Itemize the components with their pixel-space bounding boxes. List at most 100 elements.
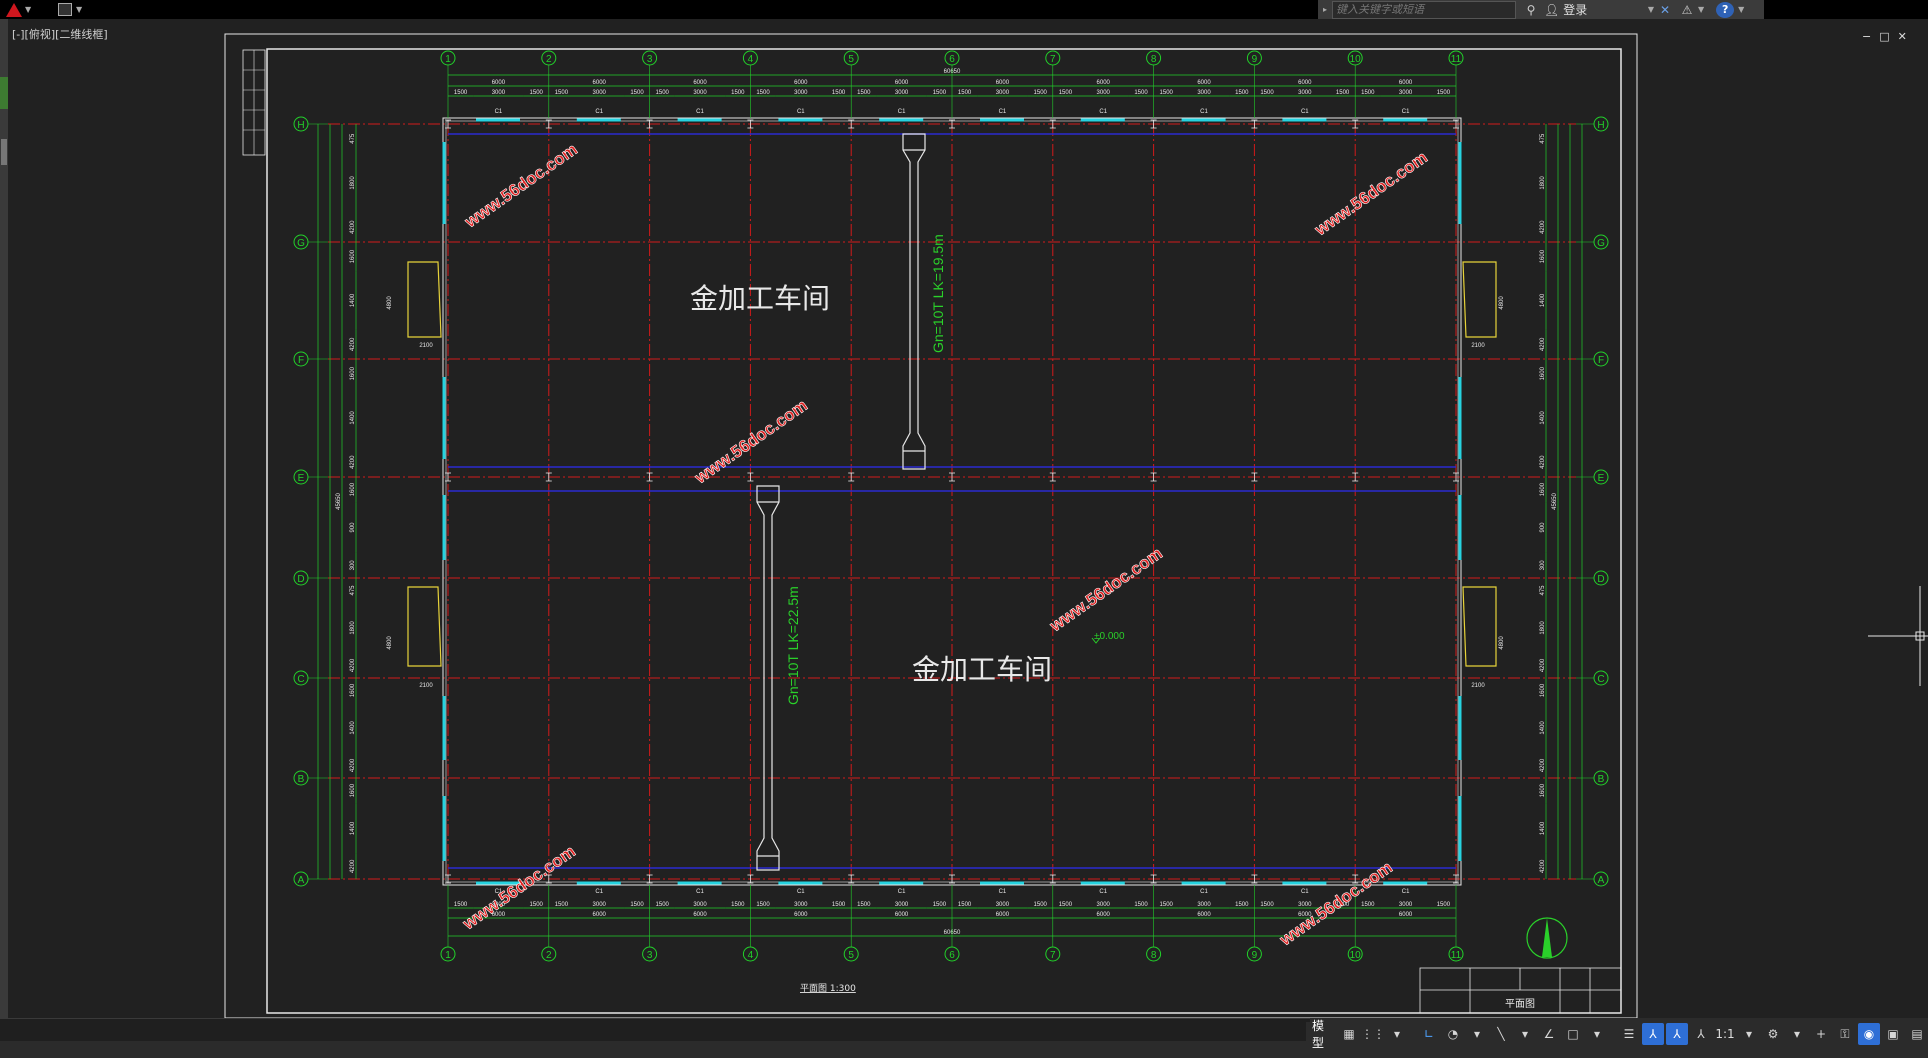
grid-icon[interactable]: ▦ bbox=[1338, 1023, 1360, 1045]
north-arrow-icon bbox=[1526, 917, 1568, 959]
col-bubble-top-10-label: 10 bbox=[1350, 54, 1362, 65]
dim-span-top-7-text: 6000 bbox=[1097, 80, 1111, 86]
dim-sub-bottom-text: 1500 bbox=[1361, 902, 1375, 908]
dim-side-left-text: 475 bbox=[350, 133, 356, 144]
dim-side-right-text: 1400 bbox=[1540, 411, 1546, 425]
model-space-toggle[interactable]: 模型 bbox=[1306, 1019, 1336, 1050]
scale-dropdown-icon[interactable]: ▾ bbox=[1738, 1023, 1760, 1045]
row-bubble-left-C-label: C bbox=[297, 674, 304, 685]
window-tag-top: C1 bbox=[1200, 109, 1208, 115]
dim-side-right-text: 1400 bbox=[1540, 293, 1546, 307]
row-bubble-left-F-label: F bbox=[298, 355, 304, 366]
watermark-1: www.56doc.com bbox=[1311, 148, 1431, 240]
dim-sub-top-text: 1500 bbox=[1260, 90, 1274, 96]
dim-sub-top-text: 1500 bbox=[933, 90, 947, 96]
watermark-3: www.56doc.com bbox=[1046, 544, 1166, 636]
dim-sub-top-text: 3000 bbox=[1298, 90, 1312, 96]
ortho-icon[interactable]: ∟ bbox=[1418, 1023, 1440, 1045]
a360-icon[interactable]: ⚠ bbox=[1676, 0, 1698, 19]
help-dropdown-icon[interactable]: ▼ bbox=[1738, 5, 1744, 14]
annotation-scale-icon[interactable]: ⅄ bbox=[1690, 1023, 1712, 1045]
dim-sub-top-text: 1500 bbox=[756, 90, 770, 96]
snap-dropdown-icon[interactable]: ▾ bbox=[1386, 1023, 1408, 1045]
exchange-apps-icon[interactable]: ✕ bbox=[1654, 0, 1676, 19]
quick-properties-icon[interactable]: ◉ bbox=[1858, 1023, 1880, 1045]
snap-grid-icon[interactable]: ⋮⋮ bbox=[1361, 1023, 1385, 1045]
application-menu-button[interactable]: ▼ bbox=[6, 1, 34, 18]
drawing-canvas[interactable]: 6065060650600060001500150030003000150015… bbox=[0, 19, 1928, 1020]
window-tag-top: C1 bbox=[797, 109, 805, 115]
isodraft-dropdown-icon[interactable]: ▾ bbox=[1514, 1023, 1536, 1045]
dim-side-left-text: 4200 bbox=[350, 758, 356, 772]
command-line-area[interactable] bbox=[0, 1018, 1310, 1041]
row-bubble-left-H-label: H bbox=[297, 120, 304, 131]
dim-total-bottom-text: 60650 bbox=[944, 930, 961, 936]
dim-span-bottom-5-text: 6000 bbox=[895, 912, 909, 918]
dim-sub-top-text: 3000 bbox=[492, 90, 506, 96]
search-expand-icon[interactable]: ▸ bbox=[1318, 5, 1332, 14]
dim-side-left-text: 1600 bbox=[350, 249, 356, 263]
door-dim-3: 2100 bbox=[1471, 683, 1485, 689]
binoculars-icon[interactable]: ⚲ bbox=[1520, 0, 1542, 19]
polar-tracking-icon[interactable]: ◔ bbox=[1442, 1023, 1464, 1045]
dim-sub-top-text: 1500 bbox=[857, 90, 871, 96]
row-bubble-right-B-label: B bbox=[1598, 774, 1605, 785]
sign-in-label: 登录 bbox=[1563, 3, 1588, 17]
window-tag-top: C1 bbox=[495, 109, 503, 115]
hardware-acceleration-icon[interactable]: ▤ bbox=[1906, 1023, 1928, 1045]
save-icon[interactable] bbox=[58, 3, 72, 16]
dim-side-left-text: 1400 bbox=[350, 721, 356, 735]
isolate-objects-icon[interactable]: ▣ bbox=[1882, 1023, 1904, 1045]
col-bubble-top-5-label: 5 bbox=[848, 54, 854, 65]
title-block-name: 平面图 bbox=[1505, 998, 1535, 1010]
units-icon[interactable]: ⚿ bbox=[1834, 1023, 1856, 1045]
watermark-0: www.56doc.com bbox=[461, 140, 581, 232]
polar-dropdown-icon[interactable]: ▾ bbox=[1466, 1023, 1488, 1045]
dim-sub-bottom-text: 1500 bbox=[454, 902, 468, 908]
door-height-1: 4800 bbox=[387, 636, 393, 650]
dim-side-right-text: 4200 bbox=[1540, 455, 1546, 469]
isodraft-icon[interactable]: ╲ bbox=[1490, 1023, 1512, 1045]
dim-side-right-text: 1600 bbox=[1540, 482, 1546, 496]
dim-span-top-4-text: 6000 bbox=[794, 80, 808, 86]
dim-sub-top-text: 1500 bbox=[1059, 90, 1073, 96]
search-input[interactable] bbox=[1332, 0, 1516, 19]
annotation-visibility-icon[interactable]: ⅄ bbox=[1642, 1023, 1664, 1045]
crane-upper-label: Gn=10T LK=19.5m bbox=[930, 234, 946, 353]
object-snap-tracking-icon[interactable]: ∠ bbox=[1538, 1023, 1560, 1045]
dim-sub-bottom-text: 3000 bbox=[593, 902, 607, 908]
object-snap-icon[interactable]: □ bbox=[1562, 1023, 1584, 1045]
dim-span-bottom-4-text: 6000 bbox=[794, 912, 808, 918]
dim-sub-bottom-text: 1500 bbox=[1437, 902, 1451, 908]
dim-side-left-text: 1400 bbox=[350, 821, 356, 835]
dim-sub-top-text: 3000 bbox=[895, 90, 909, 96]
window-tag-bottom: C1 bbox=[797, 889, 805, 895]
dim-right-2-text: 45650 bbox=[1552, 492, 1558, 509]
status-tools: 模型 ▦ ⋮⋮ ▾ ∟ ◔ ▾ ╲ ▾ ∠ □ ▾ ☰ ⅄ ⅄ ⅄ 1:1 ▾ … bbox=[1306, 1019, 1928, 1050]
annotation-scale[interactable]: 1:1 bbox=[1714, 1023, 1736, 1045]
dim-side-left-text: 1400 bbox=[350, 411, 356, 425]
sign-in-button[interactable]: 👤︎ 登录 ▼ bbox=[1544, 1, 1654, 18]
object-snap-dropdown-icon[interactable]: ▾ bbox=[1586, 1023, 1608, 1045]
help-icon[interactable]: ? bbox=[1716, 1, 1735, 18]
grid-lines bbox=[328, 123, 1576, 880]
dim-span-top-8-text: 6000 bbox=[1197, 80, 1211, 86]
col-bubble-top-2-label: 2 bbox=[546, 54, 552, 65]
row-bubble-right-C-label: C bbox=[1597, 674, 1604, 685]
door-dim-2: 2100 bbox=[1471, 343, 1485, 349]
quick-access-toolbar[interactable]: ▼ bbox=[58, 2, 94, 17]
row-bubble-left-E-label: E bbox=[298, 473, 305, 484]
dim-sub-bottom-text: 1500 bbox=[1160, 902, 1174, 908]
workspace-gear-icon[interactable]: ⚙ bbox=[1762, 1023, 1784, 1045]
lineweight-icon[interactable]: ☰ bbox=[1618, 1023, 1640, 1045]
qat-dropdown-icon[interactable]: ▼ bbox=[76, 5, 82, 14]
workspace-dropdown-icon[interactable]: ▾ bbox=[1786, 1023, 1808, 1045]
dim-sub-top-text: 1500 bbox=[1437, 90, 1451, 96]
row-bubble-right-A-label: A bbox=[1598, 875, 1605, 886]
door-height-3: 4800 bbox=[1499, 636, 1505, 650]
col-bubble-top-11-label: 11 bbox=[1451, 54, 1462, 65]
auto-scale-icon[interactable]: ⅄ bbox=[1666, 1023, 1688, 1045]
col-bubble-bottom-2-label: 2 bbox=[546, 950, 552, 961]
annotation-monitor-icon[interactable]: + bbox=[1810, 1023, 1832, 1045]
a360-dropdown-icon[interactable]: ▼ bbox=[1698, 5, 1704, 14]
